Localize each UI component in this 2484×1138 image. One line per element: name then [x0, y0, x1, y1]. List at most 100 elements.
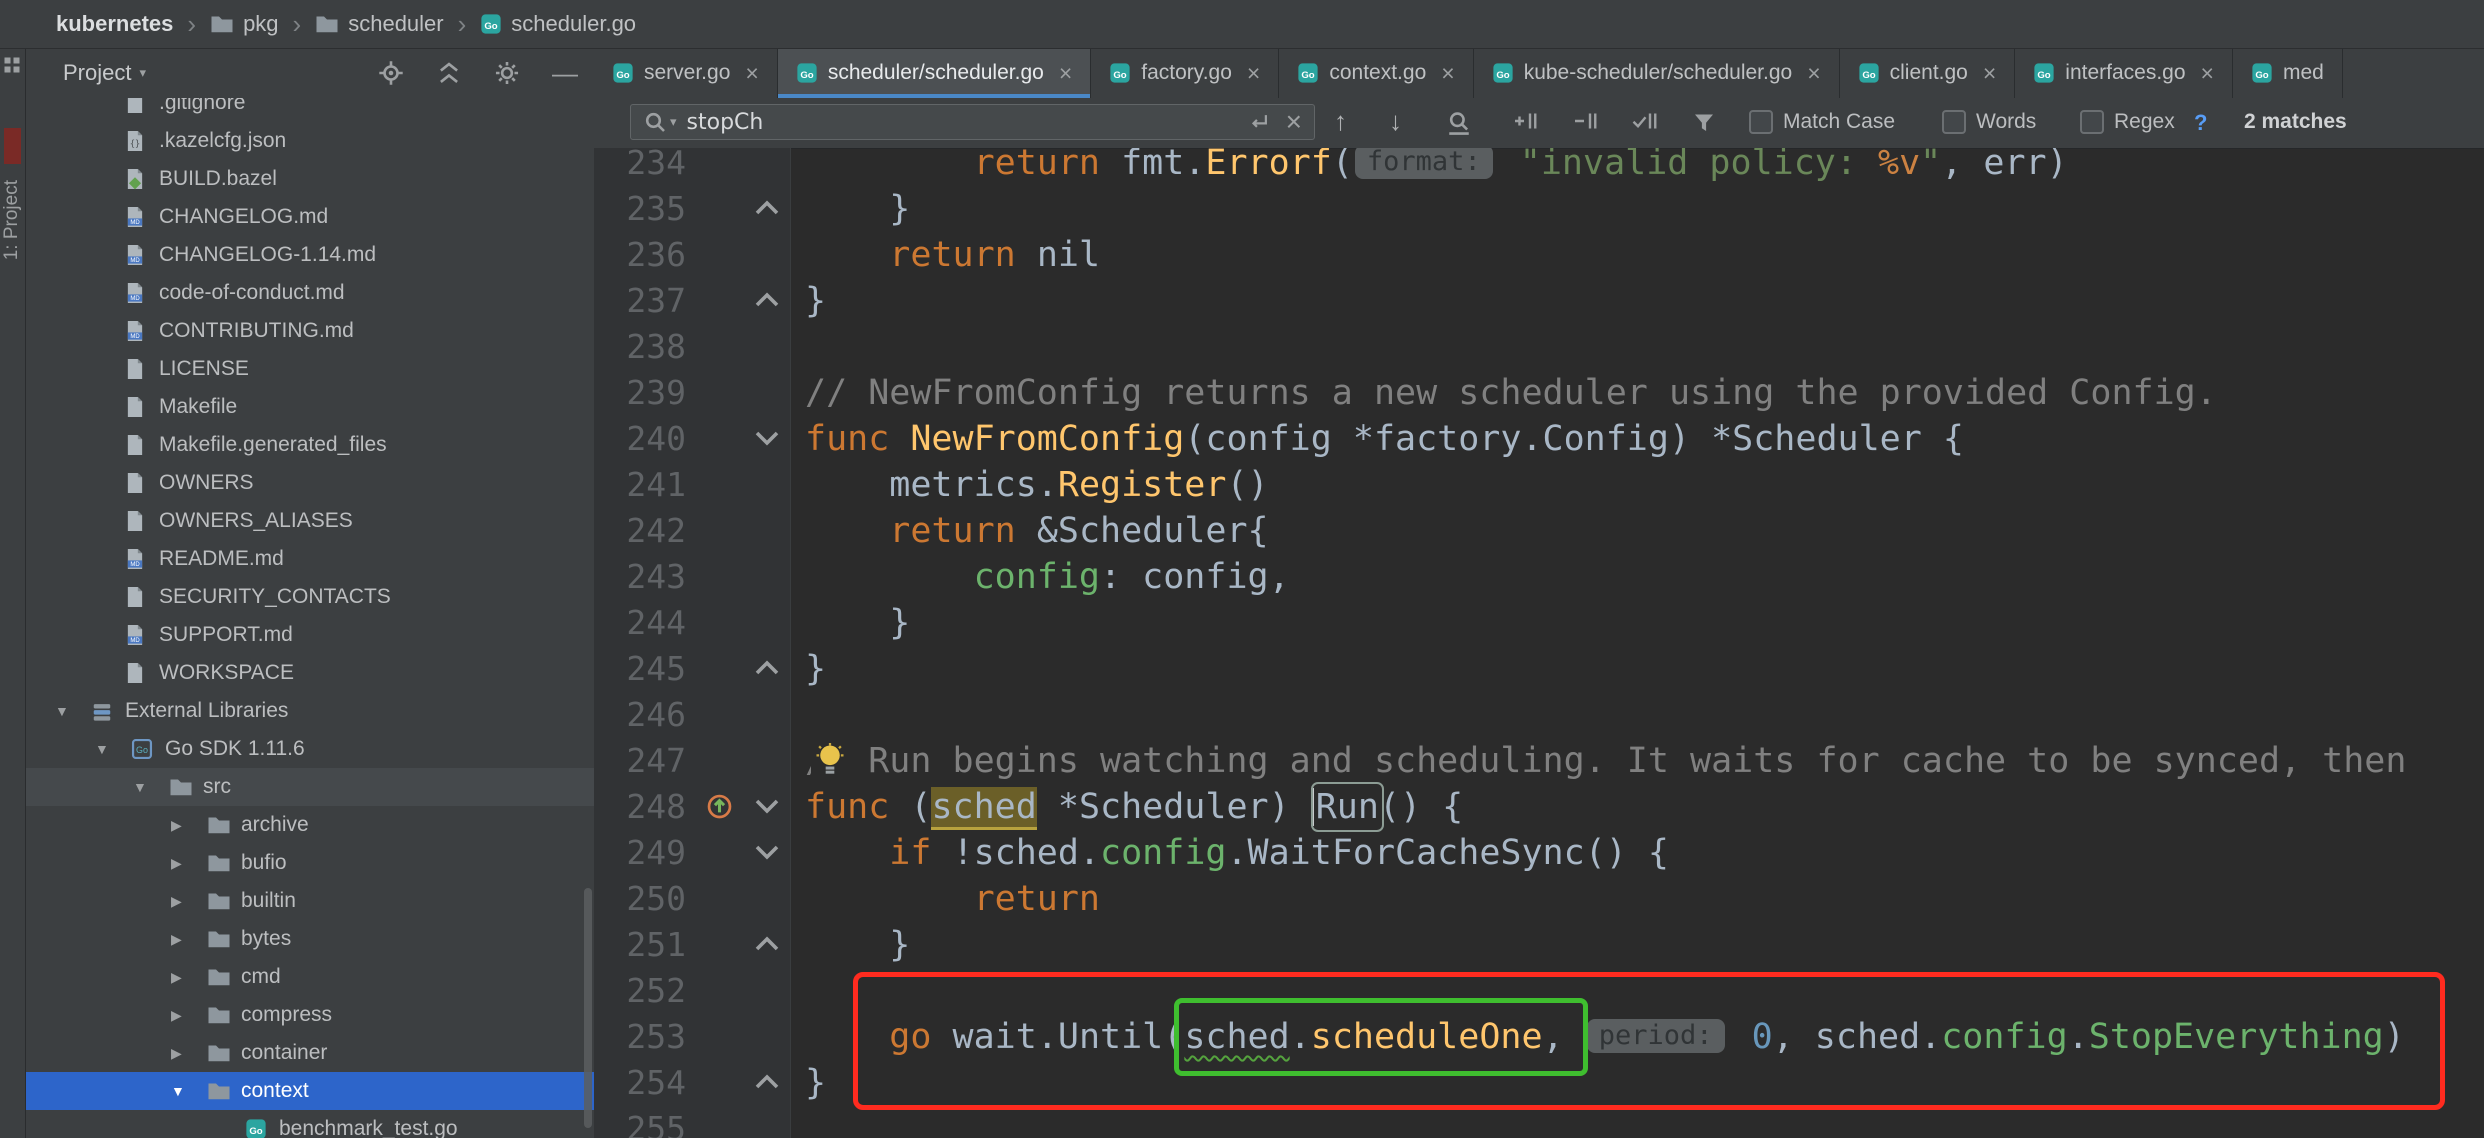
- chevron-collapsed-icon[interactable]: ▶: [171, 817, 207, 834]
- search-history-chevron-icon[interactable]: ▾: [670, 114, 677, 130]
- minimize-icon[interactable]: —: [552, 63, 578, 83]
- chevron-expanded-icon[interactable]: ▼: [133, 779, 169, 795]
- tab-scheduler-scheduler-go[interactable]: Goscheduler/scheduler.go×: [778, 48, 1091, 98]
- code-line-243[interactable]: 243 config: config,: [594, 554, 2484, 600]
- close-tab-icon[interactable]: ×: [2201, 60, 2214, 87]
- tab-factory-go[interactable]: Gofactory.go×: [1091, 48, 1279, 98]
- help-icon[interactable]: ?: [2194, 110, 2207, 136]
- code-line-242[interactable]: 242 return &Scheduler{: [594, 508, 2484, 554]
- next-occurrence-button[interactable]: ↓: [1389, 106, 1402, 137]
- tree-item-workspace[interactable]: WORKSPACE: [25, 654, 594, 692]
- tree-item-compress[interactable]: ▶compress: [25, 996, 594, 1034]
- tree-item-changelog-md[interactable]: MDCHANGELOG.md: [25, 198, 594, 236]
- locate-icon[interactable]: [378, 60, 404, 86]
- code-editor[interactable]: 234 return fmt.Errorf(format: "invalid p…: [594, 148, 2484, 1138]
- fold-up-icon[interactable]: [754, 660, 780, 676]
- tab-med[interactable]: Gomed: [2233, 48, 2343, 98]
- tree-item-context[interactable]: ▼context: [25, 1072, 594, 1110]
- tool-strip-grid-icon[interactable]: [3, 56, 21, 74]
- code-line-239[interactable]: 239// NewFromConfig returns a new schedu…: [594, 370, 2484, 416]
- regex-checkbox[interactable]: Regex: [2080, 110, 2175, 134]
- tab-interfaces-go[interactable]: Gointerfaces.go×: [2015, 48, 2233, 98]
- tree-item-container[interactable]: ▶container: [25, 1034, 594, 1072]
- code-line-248[interactable]: 248func (sched *Scheduler) Run() {: [594, 784, 2484, 830]
- remove-occurrence-icon[interactable]: [1569, 110, 1599, 132]
- clear-search-icon[interactable]: ×: [1286, 112, 1302, 132]
- search-input[interactable]: ▾ stopCh ×: [630, 104, 1315, 140]
- code-line-249[interactable]: 249 if !sched.config.WaitForCacheSync() …: [594, 830, 2484, 876]
- tree-item-owners-aliases[interactable]: OWNERS_ALIASES: [25, 502, 594, 540]
- fold-up-icon[interactable]: [754, 936, 780, 952]
- tab-server-go[interactable]: Goserver.go×: [594, 48, 778, 98]
- fold-down-icon[interactable]: [754, 430, 780, 446]
- code-line-252[interactable]: 252: [594, 968, 2484, 1014]
- chevron-collapsed-icon[interactable]: ▶: [171, 1007, 207, 1024]
- chevron-expanded-icon[interactable]: ▼: [171, 1083, 207, 1099]
- code-line-245[interactable]: 245}: [594, 646, 2484, 692]
- tree-item-builtin[interactable]: ▶builtin: [25, 882, 594, 920]
- override-marker-icon[interactable]: [706, 793, 733, 820]
- project-tool-button[interactable]: 1: Project: [1, 180, 23, 260]
- fold-up-icon[interactable]: [754, 292, 780, 308]
- code-line-234[interactable]: 234 return fmt.Errorf(format: "invalid p…: [594, 148, 2484, 186]
- chevron-expanded-icon[interactable]: ▼: [55, 703, 91, 719]
- tree-item-go-sdk-1-11-6[interactable]: ▼GoGo SDK 1.11.6: [25, 730, 594, 768]
- previous-occurrence-button[interactable]: ↑: [1334, 106, 1347, 137]
- tree-item-owners[interactable]: OWNERS: [25, 464, 594, 502]
- code-line-244[interactable]: 244 }: [594, 600, 2484, 646]
- tree-scrollbar[interactable]: [584, 888, 592, 1128]
- tree-item-makefile[interactable]: Makefile: [25, 388, 594, 426]
- code-line-236[interactable]: 236 return nil: [594, 232, 2484, 278]
- code-line-247[interactable]: 247// Run begins watching and scheduling…: [594, 738, 2484, 784]
- tree-item-kazelcfg-json[interactable]: {}.kazelcfg.json: [25, 122, 594, 160]
- breadcrumb-item-scheduler[interactable]: scheduler: [315, 11, 443, 37]
- search-query[interactable]: stopCh: [687, 110, 1248, 135]
- chevron-expanded-icon[interactable]: ▼: [95, 741, 131, 757]
- code-line-254[interactable]: 254}: [594, 1060, 2484, 1106]
- code-line-235[interactable]: 235 }: [594, 186, 2484, 232]
- code-line-255[interactable]: 255: [594, 1106, 2484, 1138]
- tree-item-src[interactable]: ▼src: [25, 768, 594, 806]
- collapse-icon[interactable]: [436, 60, 462, 86]
- fold-down-icon[interactable]: [754, 798, 780, 814]
- code-line-241[interactable]: 241 metrics.Register(): [594, 462, 2484, 508]
- tab-client-go[interactable]: Goclient.go×: [1840, 48, 2016, 98]
- find-all-icon[interactable]: [1446, 110, 1472, 136]
- tree-item-contributing-md[interactable]: MDCONTRIBUTING.md: [25, 312, 594, 350]
- tree-item-security-contacts[interactable]: SECURITY_CONTACTS: [25, 578, 594, 616]
- select-all-occurrences-icon[interactable]: [1629, 110, 1659, 132]
- add-occurrence-icon[interactable]: [1509, 110, 1539, 132]
- code-line-250[interactable]: 250 return: [594, 876, 2484, 922]
- close-tab-icon[interactable]: ×: [1983, 60, 1996, 87]
- breadcrumb-item-kubernetes[interactable]: kubernetes: [56, 11, 173, 37]
- chevron-collapsed-icon[interactable]: ▶: [171, 855, 207, 872]
- chevron-collapsed-icon[interactable]: ▶: [171, 931, 207, 948]
- gear-icon[interactable]: [494, 60, 520, 86]
- code-line-240[interactable]: 240func NewFromConfig(config *factory.Co…: [594, 416, 2484, 462]
- breadcrumb-item-pkg[interactable]: pkg: [210, 11, 278, 37]
- close-tab-icon[interactable]: ×: [1059, 60, 1072, 87]
- tree-item-support-md[interactable]: MDSUPPORT.md: [25, 616, 594, 654]
- code-line-251[interactable]: 251 }: [594, 922, 2484, 968]
- tree-item-bytes[interactable]: ▶bytes: [25, 920, 594, 958]
- tree-item-license[interactable]: LICENSE: [25, 350, 594, 388]
- tree-item-cmd[interactable]: ▶cmd: [25, 958, 594, 996]
- tree-item-code-of-conduct-md[interactable]: MDcode-of-conduct.md: [25, 274, 594, 312]
- intention-bulb-icon[interactable]: [811, 742, 849, 778]
- close-tab-icon[interactable]: ×: [1441, 60, 1454, 87]
- fold-down-icon[interactable]: [754, 844, 780, 860]
- tree-item-archive[interactable]: ▶archive: [25, 806, 594, 844]
- close-tab-icon[interactable]: ×: [1807, 60, 1820, 87]
- project-view-selector[interactable]: Project ▾: [63, 60, 146, 86]
- tab-kube-scheduler-scheduler-go[interactable]: Gokube-scheduler/scheduler.go×: [1474, 48, 1840, 98]
- code-line-253[interactable]: 253 go wait.Until(sched.scheduleOne, per…: [594, 1014, 2484, 1060]
- close-tab-icon[interactable]: ×: [1247, 60, 1260, 87]
- chevron-collapsed-icon[interactable]: ▶: [171, 969, 207, 986]
- match-case-checkbox[interactable]: Match Case: [1749, 110, 1895, 134]
- fold-up-icon[interactable]: [754, 200, 780, 216]
- tree-item-makefile-generated-files[interactable]: Makefile.generated_files: [25, 426, 594, 464]
- code-line-246[interactable]: 246: [594, 692, 2484, 738]
- tree-item-changelog-1-14-md[interactable]: MDCHANGELOG-1.14.md: [25, 236, 594, 274]
- tree-item-gitignore[interactable]: .gitignore: [25, 98, 594, 122]
- chevron-collapsed-icon[interactable]: ▶: [171, 1045, 207, 1062]
